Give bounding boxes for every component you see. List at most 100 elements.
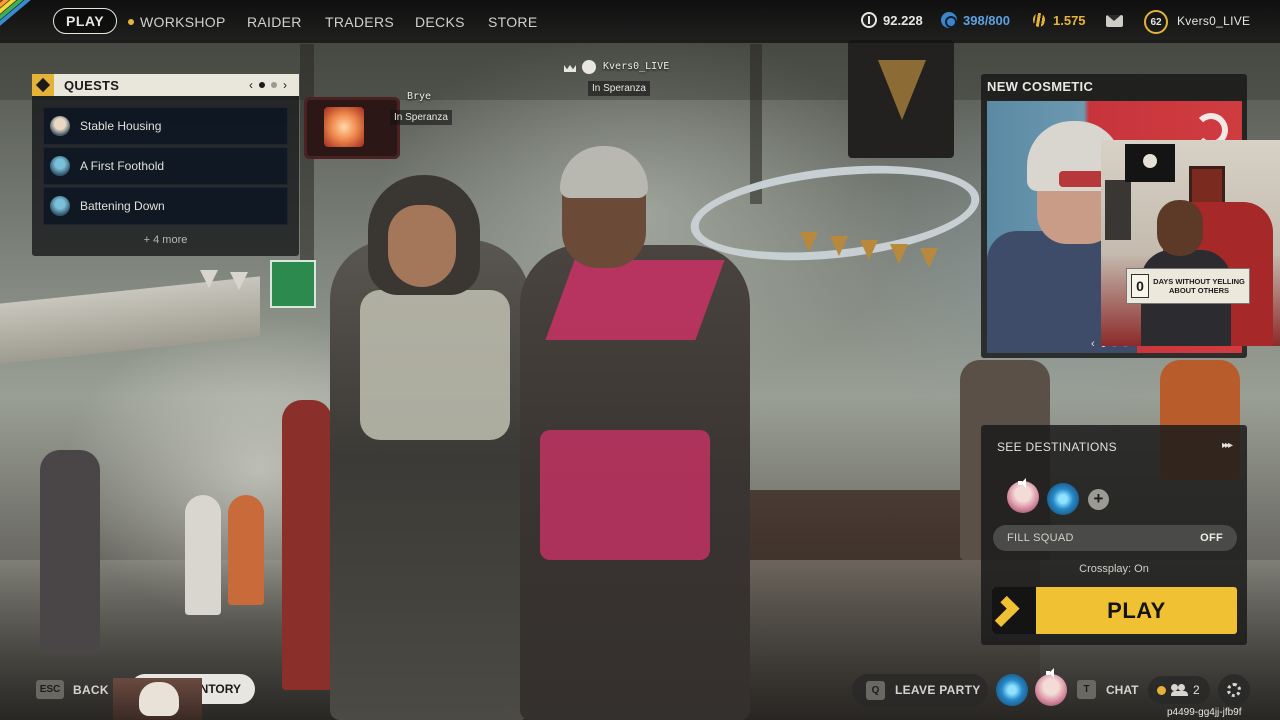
- esc-key-hint: ESC: [36, 680, 64, 699]
- back-label: BACK: [73, 682, 109, 697]
- see-destinations-label: SEE DESTINATIONS: [997, 440, 1117, 454]
- bunting-flag: [890, 244, 908, 264]
- raider-character-right-hair: [560, 146, 648, 198]
- bunting-flag: [200, 270, 218, 288]
- settings-button[interactable]: [1218, 674, 1250, 706]
- t-key-hint: T: [1077, 680, 1096, 699]
- raider-character-left-vest: [360, 290, 510, 440]
- red-light-sign: [304, 97, 400, 159]
- crown-icon: [564, 62, 576, 72]
- player-location-tag: In Speranza: [390, 110, 452, 125]
- friends-count: 2: [1193, 683, 1200, 697]
- currency-coins: 92.228: [861, 12, 923, 28]
- people-icon: [1171, 684, 1188, 696]
- lobby-code: p4499-gg4jj-jfb9f: [1167, 707, 1242, 718]
- quests-header: QUESTS ‹ ›: [32, 74, 299, 96]
- raider-character-right-shorts: [540, 430, 710, 560]
- bunting-flag: [830, 236, 848, 256]
- nav-raider[interactable]: RAIDER: [247, 14, 302, 30]
- quest-label: Battening Down: [80, 199, 165, 213]
- currency-gold: 1.575: [1031, 12, 1086, 28]
- quest-label: A First Foothold: [80, 159, 165, 173]
- streamer-webcam-overlay: [1101, 140, 1280, 346]
- back-button[interactable]: ESC BACK: [36, 680, 109, 699]
- sign-counter-text: DAYS WITHOUT YELLING ABOUT OTHERS: [1153, 277, 1245, 295]
- leave-party-button[interactable]: Q LEAVE PARTY: [852, 674, 988, 706]
- webcam-person-head: [1157, 200, 1203, 256]
- player-level-badge[interactable]: 62: [1144, 10, 1168, 34]
- cosmetic-prev-button[interactable]: ‹: [1091, 338, 1095, 350]
- currency-coins-value: 92.228: [883, 12, 923, 28]
- webcam-counter-sign: 0 DAYS WITHOUT YELLING ABOUT OTHERS: [1126, 268, 1250, 304]
- support-pillar: [750, 44, 762, 204]
- nav-traders[interactable]: TRADERS: [325, 14, 394, 30]
- party-member-avatar[interactable]: [1035, 674, 1067, 706]
- player-nametag: Brye: [407, 91, 432, 102]
- fill-squad-label: FILL SQUAD: [1007, 532, 1074, 544]
- dog: [139, 682, 179, 716]
- pager-next-button[interactable]: ›: [283, 78, 287, 92]
- pager-dot-active[interactable]: [259, 82, 265, 88]
- bunting-flag: [230, 272, 248, 290]
- play-chevron-icon: [992, 587, 1036, 634]
- bunting-flag: [920, 248, 938, 268]
- nav-workshop[interactable]: WORKSHOP: [128, 14, 226, 30]
- background-character: [282, 400, 332, 690]
- squad-member-avatar[interactable]: [1047, 483, 1079, 515]
- pet-webcam-overlay: [113, 678, 202, 720]
- chat-button[interactable]: T CHAT: [1077, 680, 1138, 699]
- chevrons-right-icon: ▸▸▸: [1221, 440, 1233, 451]
- crossplay-status: Crossplay: On: [1079, 563, 1149, 575]
- q-key-hint: Q: [866, 680, 885, 700]
- mail-icon[interactable]: [1106, 15, 1123, 27]
- bunting-flag: [860, 240, 878, 260]
- quests-title: QUESTS: [64, 77, 120, 93]
- pager-prev-button[interactable]: ‹: [249, 78, 253, 92]
- currency-blue: 398/800: [941, 12, 1010, 28]
- pager-dot[interactable]: [271, 82, 277, 88]
- blue-token-icon: [941, 12, 957, 28]
- speaker-icon: [1018, 478, 1030, 488]
- status-dot: [1157, 685, 1166, 695]
- play-button-label: PLAY: [1107, 597, 1166, 623]
- player-avatar-icon: [582, 60, 596, 74]
- play-button[interactable]: PLAY: [992, 587, 1237, 634]
- leave-party-label: LEAVE PARTY: [895, 683, 981, 697]
- sign-counter-number: 0: [1131, 274, 1149, 298]
- currency-gold-value: 1.575: [1053, 12, 1086, 28]
- quest-item[interactable]: A First Foothold: [43, 147, 288, 185]
- rainbow-stripes-logo: [0, 0, 46, 43]
- player-location-tag: In Speranza: [588, 81, 650, 96]
- quests-panel: QUESTS ‹ › Stable Housing A First Footho…: [32, 74, 299, 256]
- gear-icon: [1227, 683, 1241, 697]
- speaker-icon: [1046, 668, 1058, 678]
- chat-label: CHAT: [1106, 682, 1139, 697]
- party-member-avatar[interactable]: [996, 674, 1028, 706]
- cosmetic-visor: [1059, 171, 1104, 187]
- top-nav-bar: PLAY WORKSHOP RAIDER TRADERS DECKS STORE…: [0, 0, 1280, 43]
- player-username[interactable]: Kvers0_LIVE: [1177, 14, 1250, 28]
- see-destinations-button[interactable]: SEE DESTINATIONS ▸▸▸: [987, 431, 1241, 463]
- friends-button[interactable]: 2: [1148, 676, 1210, 704]
- background-character: [40, 450, 100, 650]
- quest-giver-avatar: [50, 156, 70, 176]
- background-character: [185, 495, 221, 615]
- quests-more-link[interactable]: + 4 more: [32, 234, 299, 246]
- arrow-board: [848, 40, 954, 158]
- quest-item[interactable]: Battening Down: [43, 187, 288, 225]
- nav-store[interactable]: STORE: [488, 14, 537, 30]
- quest-label: Stable Housing: [80, 119, 162, 133]
- nav-play[interactable]: PLAY: [53, 8, 118, 34]
- nav-decks[interactable]: DECKS: [415, 14, 465, 30]
- player-nametag: Kvers0_LIVE: [603, 61, 670, 72]
- webcam-shelf: [1105, 180, 1131, 240]
- quest-giver-avatar: [50, 196, 70, 216]
- market-canopy: [0, 276, 260, 364]
- raider-character-right-stripe: [545, 260, 725, 340]
- fill-squad-toggle[interactable]: FILL SQUAD OFF: [993, 525, 1237, 551]
- background-character: [228, 495, 264, 605]
- quest-item[interactable]: Stable Housing: [43, 107, 288, 145]
- quest-giver-avatar: [50, 116, 70, 136]
- add-squad-member-button[interactable]: +: [1088, 489, 1109, 510]
- webcam-flag: [1125, 144, 1175, 182]
